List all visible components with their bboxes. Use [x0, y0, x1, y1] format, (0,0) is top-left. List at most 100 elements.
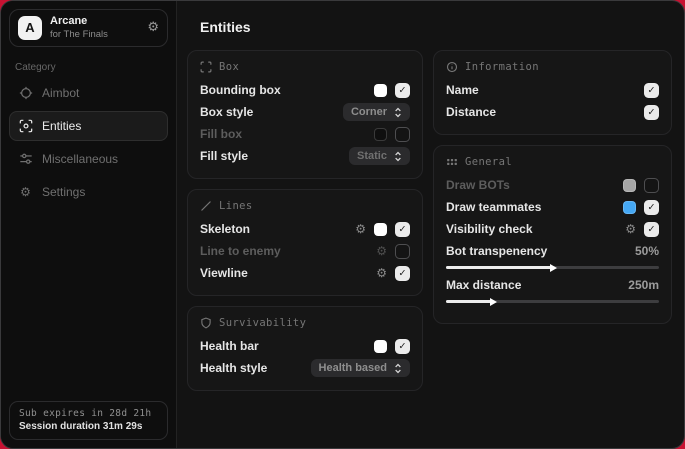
box-card-title: Box [219, 61, 239, 73]
checkbox[interactable] [644, 178, 659, 193]
brand-card: A Arcane for The Finals ⚙ [9, 9, 168, 47]
sidebar: A Arcane for The Finals ⚙ Category [1, 1, 177, 448]
information-card-header: Information [446, 61, 659, 73]
brand-text: Arcane for The Finals [50, 15, 108, 41]
dropdown-value: Health based [319, 362, 387, 374]
desktop-backdrop: A Arcane for The Finals ⚙ Category [0, 0, 685, 449]
setting-row-name: Name ✓ [446, 79, 659, 101]
setting-row-visibility-check: Visibility check ⚙ ✓ [446, 218, 659, 240]
checkbox[interactable] [395, 244, 410, 259]
lines-card-header: Lines [200, 200, 410, 212]
slider-value: 250m [628, 278, 659, 292]
setting-row-fill-style: Fill style Static [200, 145, 410, 167]
subscription-info-card: Sub expires in 28d 21h Session duration … [9, 401, 168, 440]
setting-row-skeleton: Skeleton ⚙ ✓ [200, 218, 410, 240]
app-logo: A [18, 16, 42, 40]
gear-icon[interactable]: ⚙ [355, 222, 366, 236]
main-content: Entities Box Boundin [177, 1, 684, 448]
lines-card-title: Lines [219, 200, 253, 212]
category-label: Category [15, 62, 162, 73]
setting-row-health-bar: Health bar ✓ [200, 335, 410, 357]
left-column: Box Bounding box ✓ Box style [187, 50, 423, 391]
checkbox[interactable]: ✓ [395, 266, 410, 281]
gear-icon[interactable]: ⚙ [625, 222, 636, 236]
checkbox[interactable]: ✓ [644, 200, 659, 215]
row-label: Fill box [200, 127, 242, 141]
setting-row-box-style: Box style Corner [200, 101, 410, 123]
slider-thumb[interactable] [490, 298, 497, 306]
health-style-dropdown[interactable]: Health based [311, 359, 410, 377]
setting-row-fill-box: Fill box [200, 123, 410, 145]
unfold-icon [394, 151, 402, 162]
setting-row-viewline: Viewline ⚙ ✓ [200, 262, 410, 284]
setting-row-line-to-enemy: Line to enemy ⚙ [200, 240, 410, 262]
survivability-card-title: Survivability [219, 317, 306, 329]
slider-label: Max distance [446, 278, 521, 292]
checkbox[interactable] [395, 127, 410, 142]
survivability-card-header: Survivability [200, 317, 410, 329]
setting-row-draw-bots: Draw BOTs [446, 174, 659, 196]
dropdown-value: Corner [351, 106, 387, 118]
brand-title: Arcane [50, 15, 108, 29]
app-window: A Arcane for The Finals ⚙ Category [0, 0, 685, 449]
scan-icon [18, 119, 33, 133]
gear-icon: ⚙ [18, 185, 33, 199]
sidebar-item-label: Miscellaneous [42, 152, 118, 166]
color-swatch[interactable] [623, 201, 636, 214]
color-swatch[interactable] [374, 128, 387, 141]
color-swatch[interactable] [374, 340, 387, 353]
color-swatch[interactable] [374, 223, 387, 236]
slider-thumb[interactable] [550, 264, 557, 272]
row-label: Skeleton [200, 222, 250, 236]
slider-value: 50% [635, 244, 659, 258]
setting-row-distance: Distance ✓ [446, 101, 659, 123]
brand-subtitle: for The Finals [50, 29, 108, 41]
diagonal-line-icon [200, 200, 212, 212]
box-corners-icon [200, 61, 212, 73]
row-label: Line to enemy [200, 244, 281, 258]
gear-icon[interactable]: ⚙ [147, 20, 159, 35]
crosshair-icon [18, 86, 33, 100]
information-card: Information Name ✓ Distance ✓ [433, 50, 672, 135]
color-swatch[interactable] [623, 179, 636, 192]
fill-style-dropdown[interactable]: Static [349, 147, 410, 165]
gear-icon[interactable]: ⚙ [376, 244, 387, 258]
shield-icon [200, 317, 212, 329]
checkbox[interactable]: ✓ [644, 222, 659, 237]
sidebar-item-label: Aimbot [42, 86, 79, 100]
color-swatch[interactable] [374, 84, 387, 97]
checkbox[interactable]: ✓ [395, 339, 410, 354]
information-card-title: Information [465, 61, 539, 73]
checkbox[interactable]: ✓ [644, 83, 659, 98]
box-style-dropdown[interactable]: Corner [343, 103, 410, 121]
info-icon [446, 61, 458, 73]
slider-label: Bot transpenency [446, 244, 547, 258]
sliders-icon [18, 152, 33, 166]
box-card: Box Bounding box ✓ Box style [187, 50, 423, 179]
row-label: Viewline [200, 266, 248, 280]
sidebar-item-miscellaneous[interactable]: Miscellaneous [9, 144, 168, 174]
sidebar-nav: Aimbot Entities [9, 78, 168, 207]
general-card-header: General [446, 156, 659, 168]
row-label: Box style [200, 105, 253, 119]
row-label: Visibility check [446, 222, 533, 236]
row-label: Bounding box [200, 83, 281, 97]
row-label: Draw BOTs [446, 178, 510, 192]
max-distance-slider-group: Max distance 250m [446, 278, 659, 303]
row-label: Draw teammates [446, 200, 541, 214]
row-label: Distance [446, 105, 496, 119]
sub-expiry-text: Sub expires in 28d 21h [19, 408, 158, 419]
grid-icon [446, 156, 458, 168]
right-column: Information Name ✓ Distance ✓ [433, 50, 672, 324]
checkbox[interactable]: ✓ [395, 83, 410, 98]
row-label: Health bar [200, 339, 259, 353]
session-duration-text: Session duration 31m 29s [19, 421, 158, 432]
max-distance-slider[interactable] [446, 300, 659, 303]
checkbox[interactable]: ✓ [395, 222, 410, 237]
sidebar-item-settings[interactable]: ⚙ Settings [9, 177, 168, 207]
bot-transparency-slider[interactable] [446, 266, 659, 269]
checkbox[interactable]: ✓ [644, 105, 659, 120]
sidebar-item-entities[interactable]: Entities [9, 111, 168, 141]
sidebar-item-aimbot[interactable]: Aimbot [9, 78, 168, 108]
gear-icon[interactable]: ⚙ [376, 266, 387, 280]
